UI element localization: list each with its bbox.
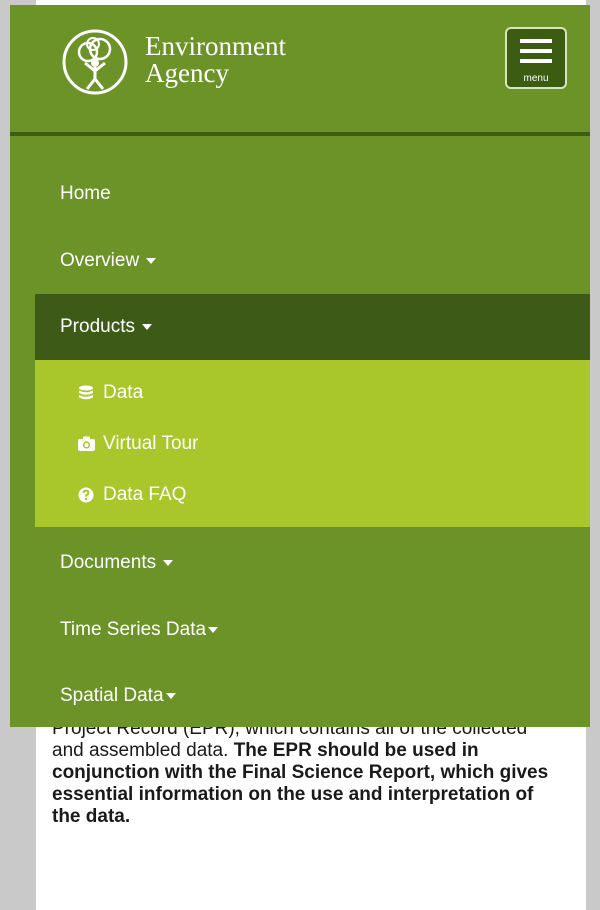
submenu-item-label: Data xyxy=(103,382,144,403)
nav-item-label: Time Series Data xyxy=(60,619,207,640)
nav-item-home[interactable]: Home xyxy=(10,161,590,227)
brand-line-1: Environment xyxy=(145,31,286,61)
nav-item-label: Spatial Data xyxy=(60,685,164,706)
caret-down-icon xyxy=(146,257,157,264)
nav-item-spatial-data[interactable]: Spatial Data xyxy=(10,663,590,729)
caret-down-icon xyxy=(163,559,174,566)
nav-item-time-series-data[interactable]: Time Series Data xyxy=(10,597,590,663)
site-header: Environment Agency menu xyxy=(10,5,590,132)
hamburger-icon xyxy=(520,39,552,43)
submenu-item-label: Virtual Tour xyxy=(103,433,199,454)
nav-item-overview[interactable]: Overview xyxy=(10,228,590,294)
main-navigation: Home Overview Products Data Virtual Tour xyxy=(10,136,590,727)
menu-toggle-button[interactable]: menu xyxy=(505,27,567,89)
nav-item-label: Products xyxy=(60,316,135,337)
nav-item-documents[interactable]: Documents xyxy=(10,530,590,596)
menu-label: menu xyxy=(523,73,549,84)
nav-item-label: Documents xyxy=(60,552,157,573)
nav-item-label: Home xyxy=(60,183,111,204)
caret-down-icon xyxy=(208,626,219,633)
environment-agency-logo-icon[interactable] xyxy=(60,27,130,97)
intro-paragraph: Project Record (EPR), which contains all… xyxy=(52,718,552,828)
submenu-item-label: Data FAQ xyxy=(103,484,187,505)
nav-item-products[interactable]: Products xyxy=(35,294,590,360)
brand-name[interactable]: Environment Agency xyxy=(145,33,286,87)
nav-item-label: Overview xyxy=(60,250,140,271)
database-icon xyxy=(79,385,93,400)
camera-icon xyxy=(78,436,95,451)
products-submenu: Data Virtual Tour Data FAQ xyxy=(35,360,590,527)
main-content: Project Record (EPR), which contains all… xyxy=(36,700,586,910)
hamburger-icon-bar xyxy=(520,49,552,53)
hamburger-icon-bar xyxy=(520,59,552,63)
question-circle-icon xyxy=(78,487,94,503)
caret-down-icon xyxy=(141,323,152,330)
caret-down-icon xyxy=(165,692,176,699)
brand-line-2: Agency xyxy=(145,58,229,88)
